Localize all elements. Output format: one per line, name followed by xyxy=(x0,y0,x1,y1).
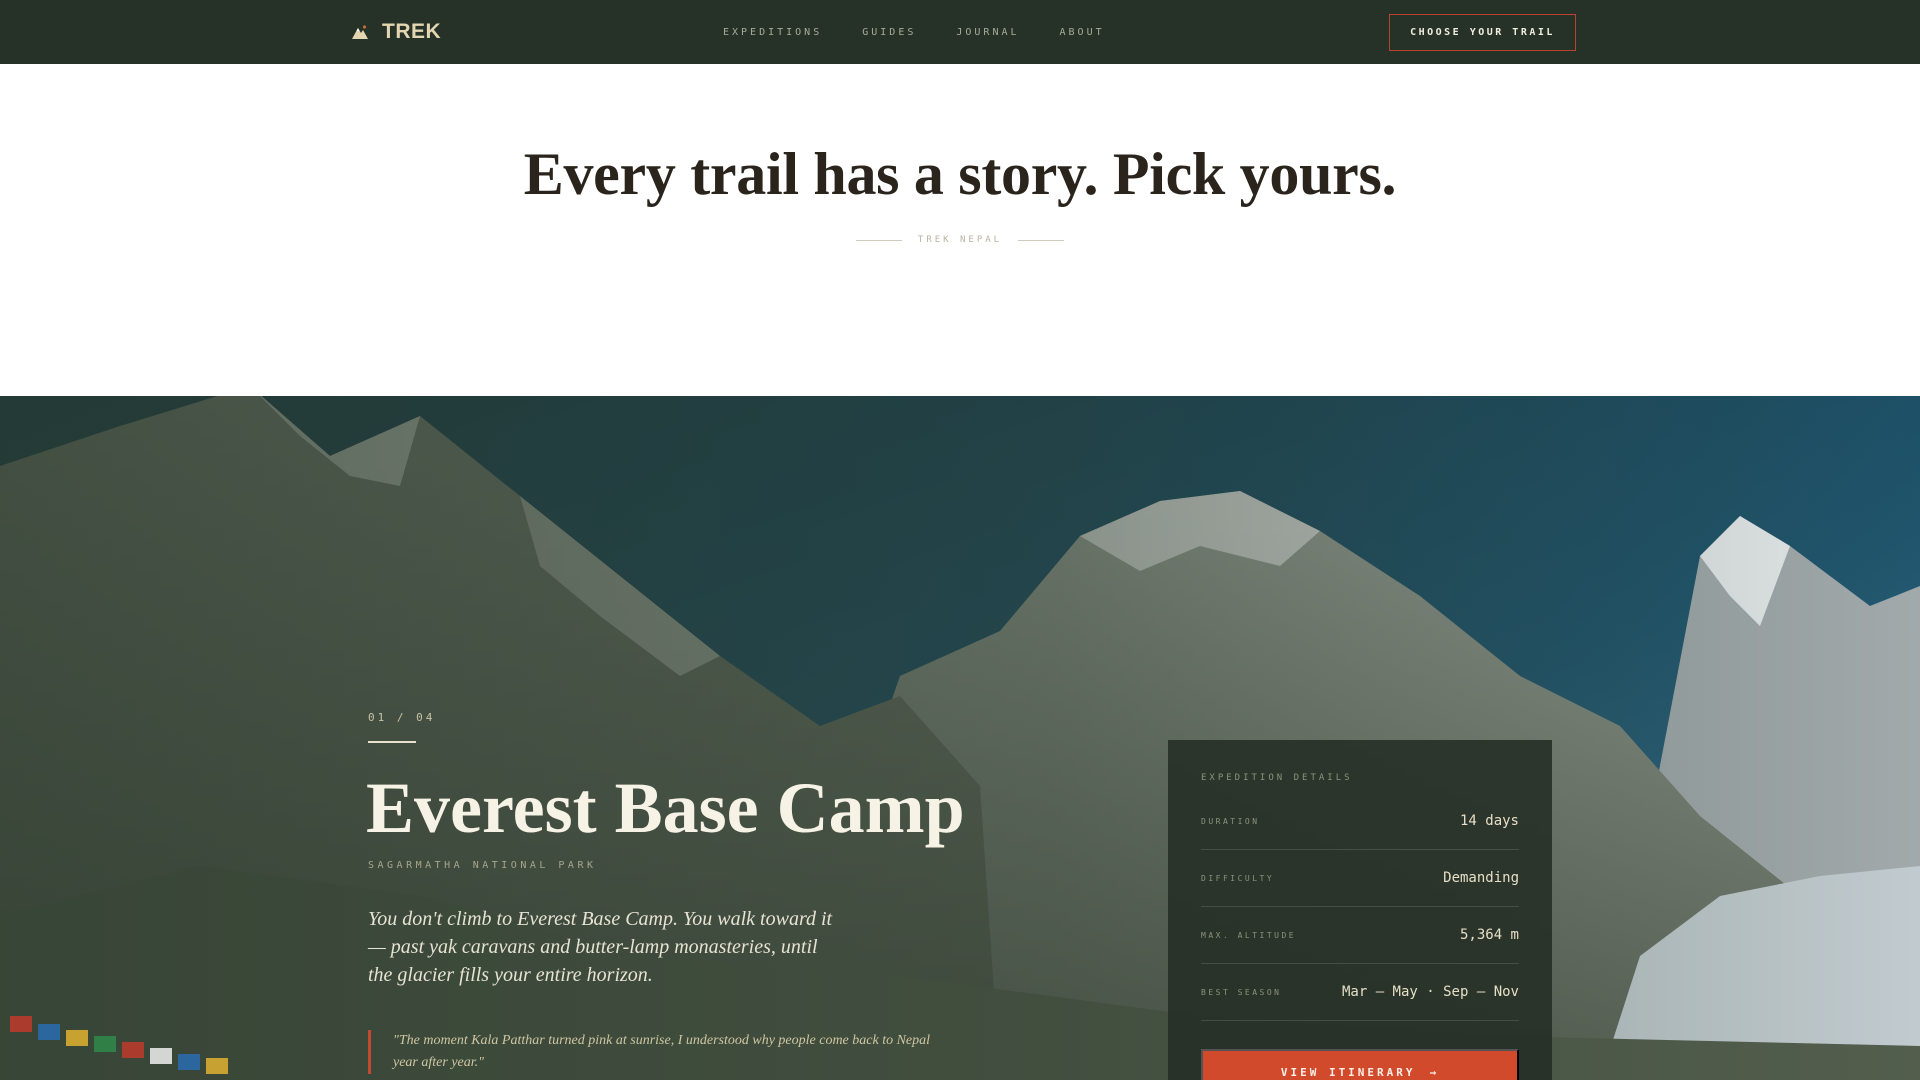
view-itinerary-button[interactable]: VIEW ITINERARY → xyxy=(1201,1049,1519,1080)
divider xyxy=(855,239,902,241)
hero-title: Every trail has a story. Pick yours. xyxy=(523,141,1397,207)
counter-divider xyxy=(368,741,416,743)
detail-label: BEST SEASON xyxy=(1201,987,1282,997)
detail-label: DIFFICULTY xyxy=(1201,873,1275,883)
nav-link-about[interactable]: ABOUT xyxy=(1060,27,1105,38)
hero-tag-label: TREK NEPAL xyxy=(917,235,1003,245)
detail-row-difficulty: DIFFICULTY Demanding xyxy=(1201,850,1519,907)
testimonial-quote: "The moment Kala Patthar turned pink at … xyxy=(368,1030,938,1074)
mountain-photo xyxy=(0,396,1920,1080)
detail-value: Demanding xyxy=(1443,870,1519,886)
detail-row-altitude: MAX. ALTITUDE 5,364 m xyxy=(1201,907,1519,964)
slide-counter: 01 / 04 xyxy=(368,711,436,724)
hero-section: Every trail has a story. Pick yours. TRE… xyxy=(0,64,1920,396)
view-itinerary-label: VIEW ITINERARY xyxy=(1280,1065,1416,1079)
nav-links: EXPEDITIONS GUIDES JOURNAL ABOUT xyxy=(723,0,1145,64)
mountain-illustration xyxy=(0,396,1920,1080)
destination-subtitle: SAGARMATHA NATIONAL PARK xyxy=(368,860,597,871)
detail-value: Mar – May · Sep – Nov xyxy=(1341,984,1519,1000)
mountain-icon xyxy=(352,25,368,39)
brand-logo[interactable]: TREK xyxy=(350,0,441,64)
nav-link-journal[interactable]: JOURNAL xyxy=(956,27,1019,38)
detail-label: MAX. ALTITUDE xyxy=(1201,930,1297,940)
detail-value: 14 days xyxy=(1459,813,1519,829)
destination-description: You don't climb to Everest Base Camp. Yo… xyxy=(368,908,833,986)
choose-trail-button[interactable]: CHOOSE YOUR TRAIL xyxy=(1389,14,1576,51)
divider xyxy=(1018,239,1065,241)
detail-row-duration: DURATION 14 days xyxy=(1201,793,1519,850)
detail-value: 5,364 m xyxy=(1459,927,1519,943)
destination-title: Everest Base Camp xyxy=(366,768,965,848)
top-nav: TREK EXPEDITIONS GUIDES JOURNAL ABOUT CH… xyxy=(0,0,1920,64)
detail-label: DURATION xyxy=(1201,816,1260,826)
arrow-right-icon: → xyxy=(1429,1065,1440,1079)
nav-link-guides[interactable]: GUIDES xyxy=(862,27,916,38)
nav-link-expeditions[interactable]: EXPEDITIONS xyxy=(723,27,822,38)
brand-name: TREK xyxy=(382,20,442,43)
hero-tag: TREK NEPAL xyxy=(0,235,1920,245)
detail-row-season: BEST SEASON Mar – May · Sep – Nov xyxy=(1201,964,1519,1021)
details-heading: EXPEDITION DETAILS xyxy=(1201,773,1353,783)
expedition-details-card: EXPEDITION DETAILS DURATION 14 days DIFF… xyxy=(1168,740,1552,1080)
